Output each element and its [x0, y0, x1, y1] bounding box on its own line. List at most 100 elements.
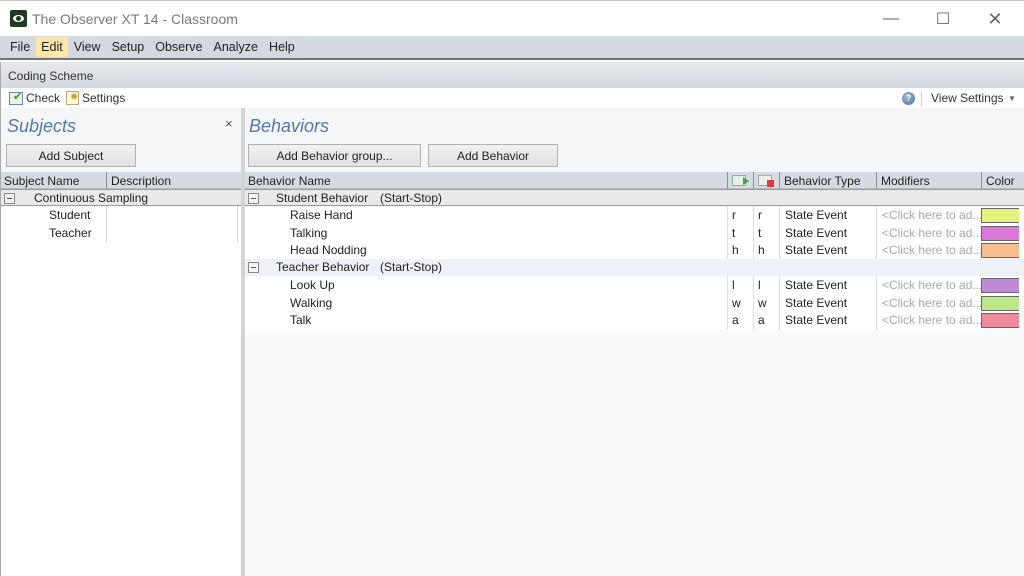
behavior-type[interactable]: State Event — [785, 278, 847, 292]
close-button[interactable]: ✕ — [972, 1, 1018, 37]
behavior-row[interactable]: Talking t t State Event <Click here to a… — [245, 224, 1024, 242]
app-logo-icon — [10, 10, 27, 27]
check-label: Check — [26, 91, 61, 105]
coding-scheme-toolbar: Check Settings ? View Settings ▼ — [0, 88, 1024, 108]
start-key: h — [732, 243, 739, 257]
behavior-name: Look Up — [290, 278, 335, 292]
check-button[interactable]: Check — [9, 90, 61, 105]
stop-key-icon — [758, 175, 774, 187]
column-start-key[interactable] — [727, 172, 753, 189]
column-divider — [753, 276, 754, 330]
stop-key: w — [758, 295, 767, 310]
column-description[interactable]: Description — [106, 172, 238, 189]
modifiers-placeholder[interactable]: <Click here to ad... — [882, 313, 982, 327]
settings-button[interactable]: Settings — [66, 91, 125, 105]
behavior-name: Head Nodding — [290, 243, 367, 257]
start-key-icon — [732, 175, 749, 186]
subject-name: Teacher — [49, 225, 92, 240]
modifiers-placeholder[interactable]: <Click here to ad... — [882, 296, 982, 310]
behavior-name: Talking — [290, 225, 328, 240]
subjects-title: Subjects — [7, 116, 77, 136]
start-key: a — [732, 313, 739, 327]
behaviors-title: Behaviors — [249, 116, 330, 136]
behavior-type[interactable]: State Event — [785, 226, 847, 240]
window-title: The Observer XT 14 - Classroom — [32, 11, 238, 27]
settings-label: Settings — [82, 91, 126, 105]
settings-icon — [66, 91, 79, 105]
menu-setup[interactable]: Setup — [107, 37, 150, 57]
collapse-icon[interactable] — [4, 193, 15, 204]
behavior-row[interactable]: Raise Hand r r State Event <Click here t… — [245, 207, 1024, 225]
close-icon[interactable]: × — [225, 116, 233, 131]
behaviors-pane-header: Behaviors Add Behavior group... Add Beha… — [245, 108, 1024, 172]
behavior-name: Walking — [290, 295, 333, 310]
column-subject-name[interactable]: Subject Name — [1, 172, 106, 189]
color-swatch[interactable] — [981, 295, 1019, 311]
add-behavior-group-button[interactable]: Add Behavior group... — [248, 144, 421, 167]
behaviors-grid-header: Behavior Name Behavior Type Modifiers Co… — [245, 172, 1024, 189]
behavior-type[interactable]: State Event — [785, 243, 847, 257]
view-settings-dropdown[interactable]: View Settings — [931, 91, 1004, 105]
subject-group-name: Continuous Sampling — [34, 191, 149, 205]
subject-group-row[interactable]: Continuous Sampling — [1, 189, 241, 206]
start-key: l — [732, 278, 735, 292]
column-divider — [779, 206, 780, 259]
menu-edit[interactable]: Edit — [36, 37, 68, 57]
color-swatch[interactable] — [981, 313, 1019, 328]
menu-view[interactable]: View — [69, 37, 106, 57]
add-behavior-button[interactable]: Add Behavior — [428, 144, 558, 167]
behavior-type[interactable]: State Event — [785, 313, 847, 327]
subjects-pane: Subjects × Add Subject Subject Name Desc… — [0, 108, 241, 576]
behavior-type[interactable]: State Event — [785, 296, 847, 310]
column-divider — [727, 206, 728, 259]
modifiers-placeholder[interactable]: <Click here to ad... — [882, 278, 982, 292]
stop-key: h — [758, 243, 765, 257]
color-swatch[interactable] — [981, 208, 1019, 223]
toolbar-divider — [921, 91, 922, 106]
behavior-group-name: Student Behavior — [276, 191, 369, 205]
behavior-group-name: Teacher Behavior — [276, 260, 370, 274]
behavior-row[interactable]: Talk a a State Event <Click here to ad..… — [245, 312, 1024, 330]
column-color[interactable]: Color — [981, 172, 1024, 189]
column-stop-key[interactable] — [753, 172, 779, 189]
collapse-icon[interactable] — [248, 193, 259, 204]
help-icon[interactable]: ? — [902, 92, 915, 105]
behavior-group-row[interactable]: Student Behavior (Start-Stop) — [245, 189, 1024, 206]
behavior-row[interactable]: Look Up l l State Event <Click here to a… — [245, 277, 1024, 295]
title-bar: The Observer XT 14 - Classroom — ☐ ✕ — [0, 0, 1024, 36]
chevron-down-icon[interactable]: ▼ — [1008, 94, 1016, 103]
modifiers-placeholder[interactable]: <Click here to ad... — [882, 243, 982, 257]
menu-file[interactable]: File — [5, 37, 35, 57]
subject-row[interactable]: Student — [1, 207, 241, 225]
column-behavior-name[interactable]: Behavior Name — [245, 172, 727, 189]
maximize-button[interactable]: ☐ — [920, 1, 966, 37]
subject-row[interactable]: Teacher — [1, 225, 241, 243]
column-divider — [779, 276, 780, 330]
stop-key: l — [758, 278, 761, 292]
subject-name: Student — [49, 208, 91, 222]
menu-analyze[interactable]: Analyze — [209, 37, 263, 57]
minimize-button[interactable]: — — [868, 1, 914, 37]
modifiers-placeholder[interactable]: <Click here to ad... — [882, 226, 982, 240]
color-swatch[interactable] — [981, 243, 1019, 258]
modifiers-placeholder[interactable]: <Click here to ad... — [882, 208, 982, 222]
behavior-row[interactable]: Head Nodding h h State Event <Click here… — [245, 242, 1024, 260]
color-swatch[interactable] — [981, 225, 1019, 241]
color-swatch[interactable] — [981, 278, 1019, 293]
behavior-group-mode: (Start-Stop) — [380, 191, 443, 205]
collapse-icon[interactable] — [248, 262, 259, 273]
behavior-type[interactable]: State Event — [785, 208, 847, 222]
subjects-pane-header: Subjects × Add Subject — [1, 108, 241, 172]
add-subject-button[interactable]: Add Subject — [6, 144, 136, 167]
column-behavior-type[interactable]: Behavior Type — [779, 172, 876, 189]
behavior-group-row[interactable]: Teacher Behavior (Start-Stop) — [245, 259, 1024, 276]
menu-observe[interactable]: Observe — [150, 37, 207, 57]
column-divider — [876, 206, 877, 259]
stop-key: r — [758, 208, 762, 222]
menu-help[interactable]: Help — [264, 37, 300, 57]
stop-key: t — [758, 225, 762, 240]
column-modifiers[interactable]: Modifiers — [876, 172, 981, 189]
menu-bar: File Edit View Setup Observe Analyze Hel… — [0, 36, 1024, 60]
behavior-row[interactable]: Walking w w State Event <Click here to a… — [245, 294, 1024, 312]
column-divider — [753, 206, 754, 259]
